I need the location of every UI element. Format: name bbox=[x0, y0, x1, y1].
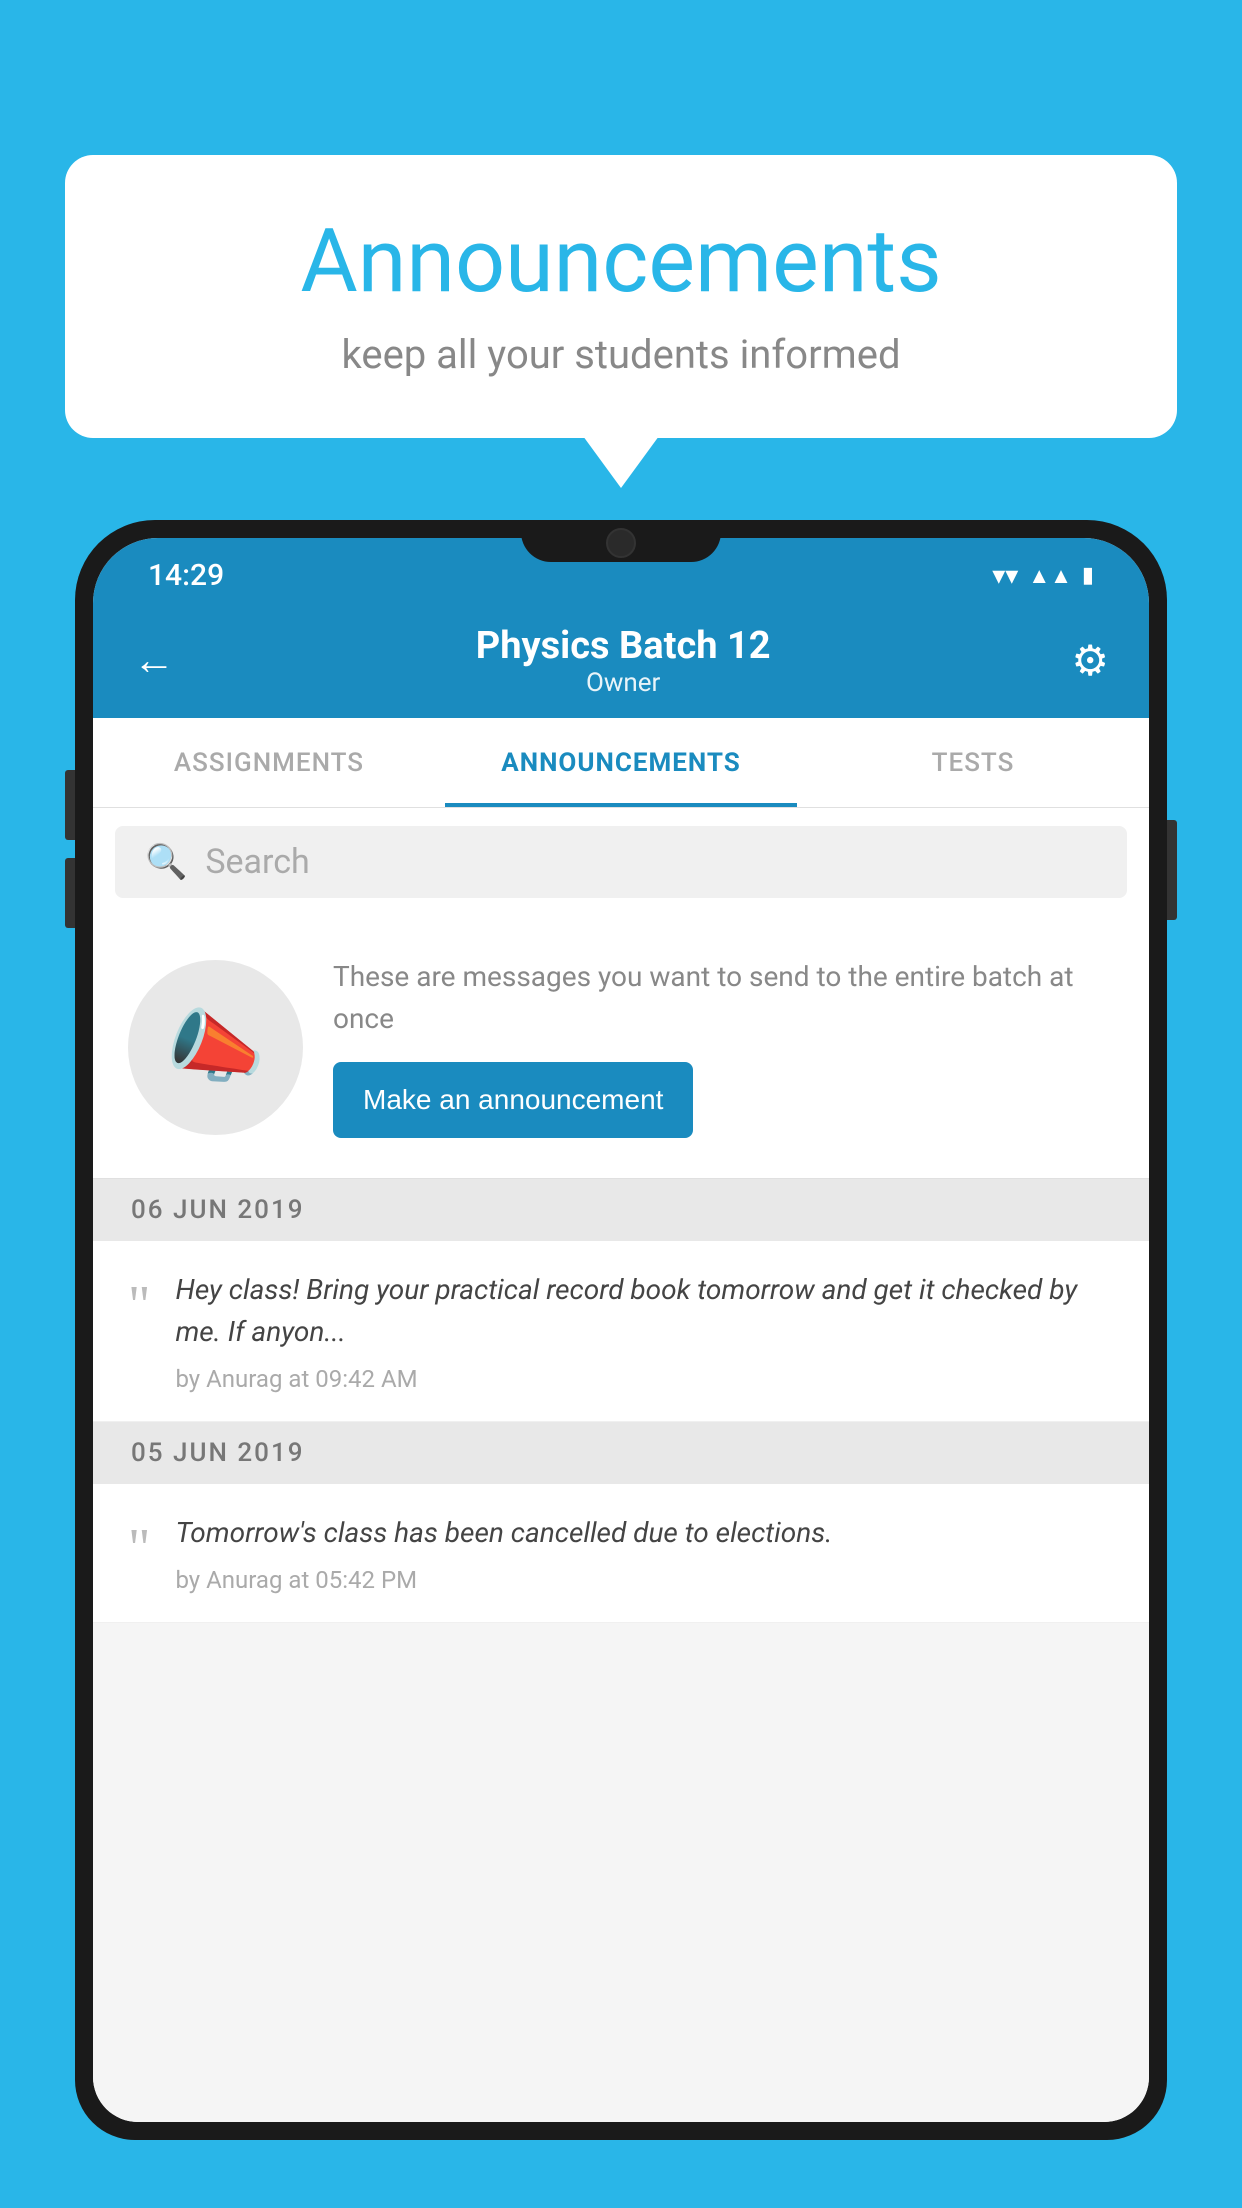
phone-camera bbox=[606, 528, 636, 558]
app-bar-title: Physics Batch 12 bbox=[476, 624, 771, 668]
app-bar-title-container: Physics Batch 12 Owner bbox=[476, 624, 771, 698]
phone-container: 14:29 ▾▾ ▲▲ ▮ ← Physics Batch 12 Owner ⚙ bbox=[75, 520, 1167, 2208]
status-icons: ▾▾ ▲▲ ▮ bbox=[992, 561, 1094, 591]
announcement-text-2: Tomorrow's class has been cancelled due … bbox=[175, 1512, 1114, 1594]
back-button[interactable]: ← bbox=[133, 636, 175, 685]
tab-announcements[interactable]: ANNOUNCEMENTS bbox=[445, 718, 797, 807]
date-text-1: 06 JUN 2019 bbox=[131, 1195, 305, 1225]
announcement-item-1[interactable]: " Hey class! Bring your practical record… bbox=[93, 1241, 1149, 1422]
speech-bubble-container: Announcements keep all your students inf… bbox=[65, 155, 1177, 488]
wifi-icon: ▾▾ bbox=[992, 561, 1018, 591]
tab-bar: ASSIGNMENTS ANNOUNCEMENTS TESTS bbox=[93, 718, 1149, 808]
volume-up-button bbox=[65, 770, 75, 840]
speech-bubble: Announcements keep all your students inf… bbox=[65, 155, 1177, 438]
quote-icon-1: " bbox=[128, 1277, 150, 1332]
status-time: 14:29 bbox=[148, 558, 224, 593]
volume-down-button bbox=[65, 858, 75, 928]
announcement-message-2: Tomorrow's class has been cancelled due … bbox=[175, 1512, 1114, 1554]
announcement-author-2: by Anurag at 05:42 PM bbox=[175, 1566, 1114, 1594]
announcement-message-1: Hey class! Bring your practical record b… bbox=[175, 1269, 1114, 1353]
phone-outer: 14:29 ▾▾ ▲▲ ▮ ← Physics Batch 12 Owner ⚙ bbox=[75, 520, 1167, 2140]
search-bar[interactable]: 🔍 Search bbox=[115, 826, 1127, 898]
app-bar-subtitle: Owner bbox=[476, 668, 771, 698]
tab-tests[interactable]: TESTS bbox=[797, 718, 1149, 807]
speech-bubble-tail bbox=[583, 436, 659, 488]
power-button bbox=[1167, 820, 1177, 920]
tab-assignments[interactable]: ASSIGNMENTS bbox=[93, 718, 445, 807]
quote-icon-2: " bbox=[128, 1520, 150, 1575]
search-placeholder: Search bbox=[205, 842, 309, 882]
signal-icon: ▲▲ bbox=[1028, 563, 1072, 589]
app-bar: ← Physics Batch 12 Owner ⚙ bbox=[93, 603, 1149, 718]
speech-bubble-subtitle: keep all your students informed bbox=[125, 331, 1117, 378]
phone-notch bbox=[521, 520, 721, 562]
date-divider-1: 06 JUN 2019 bbox=[93, 1179, 1149, 1241]
battery-icon: ▮ bbox=[1082, 563, 1094, 588]
search-bar-container: 🔍 Search bbox=[93, 808, 1149, 916]
date-divider-2: 05 JUN 2019 bbox=[93, 1422, 1149, 1484]
phone-screen: 14:29 ▾▾ ▲▲ ▮ ← Physics Batch 12 Owner ⚙ bbox=[93, 538, 1149, 2122]
content-area: 🔍 Search 📣 These are messages you want t… bbox=[93, 808, 1149, 2122]
announcement-right: These are messages you want to send to t… bbox=[333, 956, 1114, 1138]
announcement-text-1: Hey class! Bring your practical record b… bbox=[175, 1269, 1114, 1393]
volume-buttons bbox=[65, 770, 75, 928]
megaphone-circle: 📣 bbox=[128, 960, 303, 1135]
announcement-description: These are messages you want to send to t… bbox=[333, 956, 1114, 1040]
search-icon: 🔍 bbox=[145, 842, 187, 882]
speech-bubble-title: Announcements bbox=[125, 210, 1117, 313]
announcement-author-1: by Anurag at 09:42 AM bbox=[175, 1365, 1114, 1393]
announcement-prompt-card: 📣 These are messages you want to send to… bbox=[93, 916, 1149, 1179]
make-announcement-button[interactable]: Make an announcement bbox=[333, 1062, 693, 1138]
announcement-item-2[interactable]: " Tomorrow's class has been cancelled du… bbox=[93, 1484, 1149, 1623]
settings-icon[interactable]: ⚙ bbox=[1071, 636, 1109, 686]
date-text-2: 05 JUN 2019 bbox=[131, 1438, 305, 1468]
megaphone-icon: 📣 bbox=[166, 1000, 266, 1094]
